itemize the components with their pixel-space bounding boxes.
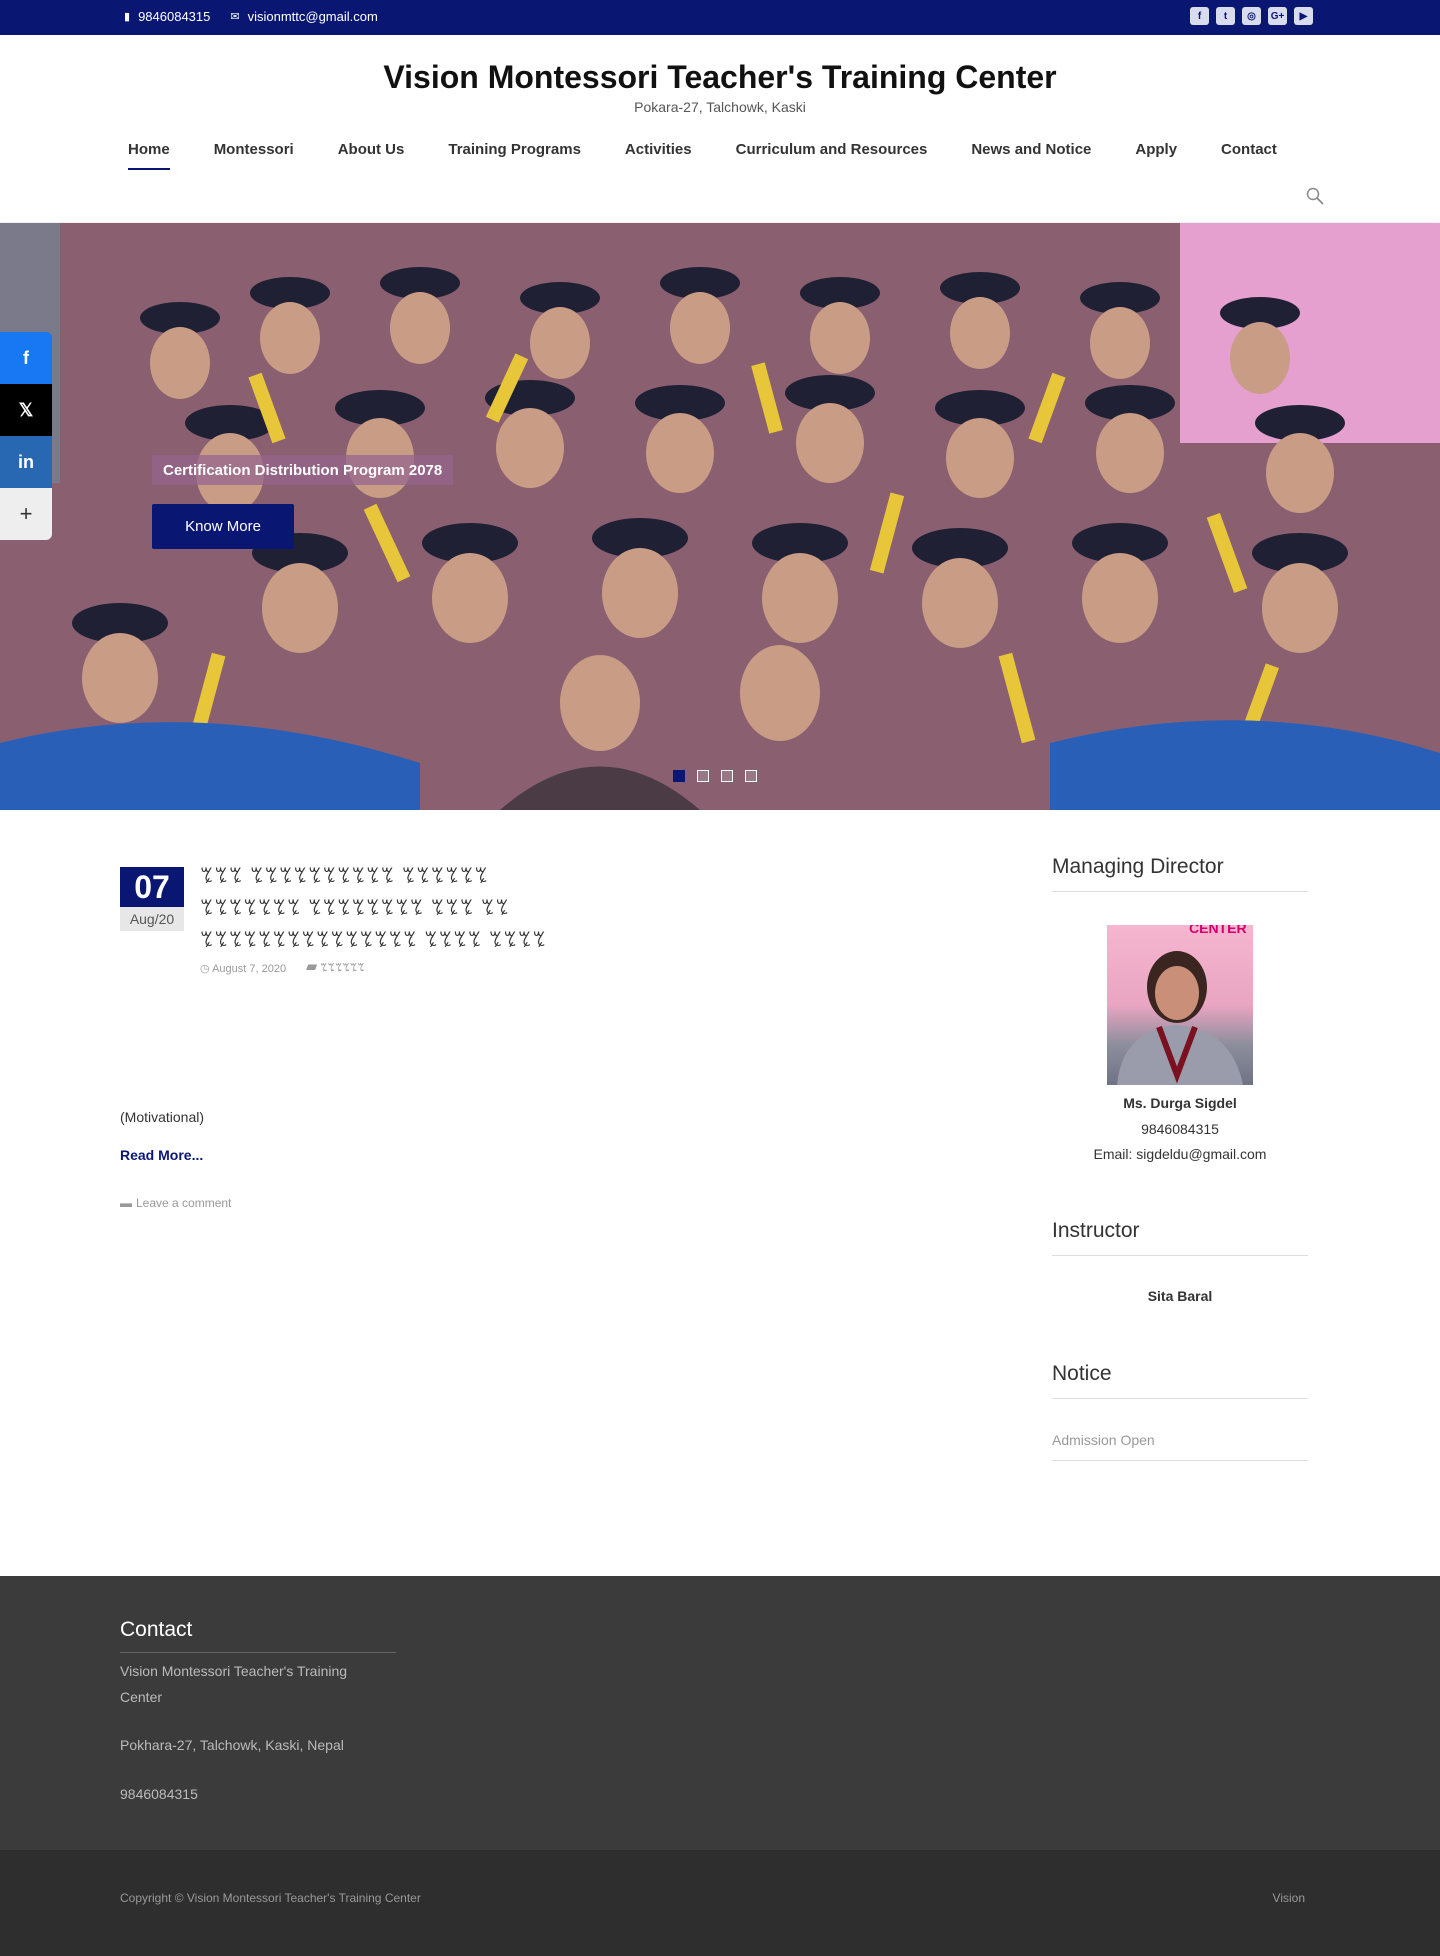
post-day: 07 — [120, 867, 184, 907]
slider-dot-3[interactable] — [721, 770, 733, 782]
post-category: ꔂꔂꔂꔂꔂꔂ — [320, 962, 365, 974]
clock-icon: ◷ — [200, 963, 210, 975]
plus-icon: + — [19, 501, 33, 526]
nav-item-curriculum[interactable]: Curriculum and Resources — [736, 141, 928, 170]
slider-dot-4[interactable] — [745, 770, 757, 782]
top-contact: ▮ 9846084315 ✉ visionmttc@gmail.com — [124, 0, 378, 33]
x-icon: 𝕏 — [18, 399, 34, 420]
instructor-widget-title: Instructor — [1052, 1219, 1308, 1256]
site-header: Vision Montessori Teacher's Training Cen… — [0, 36, 1440, 222]
post-excerpt: (Motivational) — [120, 1109, 205, 1125]
phone-icon: ▮ — [124, 11, 131, 23]
leave-comment-text: Leave a comment — [136, 1196, 232, 1210]
know-more-button[interactable]: Know More — [152, 504, 294, 549]
x-share-button[interactable]: 𝕏 — [0, 384, 52, 436]
post-date-meta[interactable]: ◷ August 7, 2020 — [200, 962, 286, 975]
envelope-icon: ✉ — [230, 11, 240, 23]
nav-item-contact[interactable]: Contact — [1221, 141, 1277, 170]
footer: Contact Vision Montessori Teacher's Trai… — [0, 1576, 1440, 1850]
more-share-button[interactable]: + — [0, 488, 52, 540]
slider-dot-1[interactable] — [673, 770, 685, 782]
comment-icon: ▬ — [120, 1196, 132, 1210]
top-email-text: visionmttc@gmail.com — [247, 9, 378, 24]
photo-banner-text: CENTER — [1189, 925, 1247, 936]
nav-item-about-us[interactable]: About Us — [338, 141, 405, 170]
director-email: Email: sigdeldu@gmail.com — [1093, 1146, 1267, 1162]
linkedin-icon: in — [18, 451, 34, 472]
footer-contact-title: Contact — [120, 1618, 396, 1653]
post-date-badge: 07 Aug/20 — [120, 867, 184, 931]
google-plus-icon[interactable]: G+ — [1268, 7, 1287, 25]
footer-address: Pokhara-27, Talchowk, Kaski, Nepal — [120, 1737, 344, 1753]
social-links: f t ◎ G+ ▶ — [1190, 7, 1313, 25]
footer-org: Vision Montessori Teacher's Training Cen… — [120, 1663, 348, 1705]
share-bar: f 𝕏 in + — [0, 332, 52, 540]
nav-item-news[interactable]: News and Notice — [971, 141, 1091, 170]
footer-phone: 9846084315 — [120, 1786, 198, 1802]
folder-icon: ▰ — [306, 962, 318, 974]
director-photo: CENTER — [1107, 925, 1253, 1085]
director-name: Ms. Durga Sigdel — [1123, 1095, 1237, 1111]
post-title[interactable]: ꔂꔂꔂ ꔂꔂꔂꔂꔂꔂꔂꔂꔂꔂ ꔂꔂꔂꔂꔂꔂ ꔂꔂꔂꔂꔂꔂꔂ ꔂꔂꔂꔂꔂꔂꔂꔂ ꔂ… — [200, 860, 560, 956]
slider-dots — [673, 770, 757, 782]
top-bar: ▮ 9846084315 ✉ visionmttc@gmail.com f t … — [0, 0, 1440, 35]
post-month: Aug/20 — [120, 907, 184, 931]
facebook-share-button[interactable]: f — [0, 332, 52, 384]
post-category-meta[interactable]: ▰ ꔂꔂꔂꔂꔂꔂ — [306, 962, 365, 975]
facebook-icon[interactable]: f — [1190, 7, 1209, 25]
notice-item-admission[interactable]: Admission Open — [1052, 1432, 1308, 1461]
instructor-name: Sita Baral — [1147, 1288, 1213, 1304]
top-email[interactable]: ✉ visionmttc@gmail.com — [230, 9, 377, 24]
nav-item-apply[interactable]: Apply — [1135, 141, 1177, 170]
slider-dot-2[interactable] — [697, 770, 709, 782]
site-tagline: Pokara-27, Talchowk, Kaski — [634, 99, 806, 115]
nav-item-activities[interactable]: Activities — [625, 141, 692, 170]
bottom-bar: Copyright © Vision Montessori Teacher's … — [0, 1850, 1440, 1956]
nav-item-training-programs[interactable]: Training Programs — [448, 141, 581, 170]
leave-comment-link[interactable]: ▬ Leave a comment — [120, 1196, 231, 1210]
nav-item-home[interactable]: Home — [128, 141, 170, 170]
copyright-text: Copyright © Vision Montessori Teacher's … — [120, 1891, 421, 1905]
director-widget-title: Managing Director — [1052, 855, 1308, 892]
linkedin-share-button[interactable]: in — [0, 436, 52, 488]
youtube-icon[interactable]: ▶ — [1294, 7, 1313, 25]
main-nav: Home Montessori About Us Training Progra… — [128, 141, 1321, 170]
post-meta: ◷ August 7, 2020 ▰ ꔂꔂꔂꔂꔂꔂ — [200, 962, 365, 975]
notice-widget-title: Notice — [1052, 1362, 1308, 1399]
read-more-link[interactable]: Read More... — [120, 1147, 203, 1163]
facebook-icon: f — [23, 347, 29, 368]
site-title[interactable]: Vision Montessori Teacher's Training Cen… — [0, 59, 1440, 96]
twitter-icon[interactable]: t — [1216, 7, 1235, 25]
footer-credit-link[interactable]: Vision — [1273, 1891, 1305, 1905]
hero-slider[interactable]: Certification Distribution Program 2078 … — [0, 223, 1440, 810]
instagram-icon[interactable]: ◎ — [1242, 7, 1261, 25]
sidebar: Managing Director CENTER Ms. Durga Sigde… — [1052, 855, 1308, 1461]
nav-item-montessori[interactable]: Montessori — [214, 141, 294, 170]
director-phone: 9846084315 — [1141, 1121, 1219, 1137]
top-phone-text: 9846084315 — [138, 9, 211, 24]
top-phone[interactable]: ▮ 9846084315 — [124, 9, 210, 24]
hero-caption: Certification Distribution Program 2078 — [152, 455, 454, 485]
post-date: August 7, 2020 — [212, 963, 287, 975]
search-icon[interactable] — [1306, 187, 1324, 205]
